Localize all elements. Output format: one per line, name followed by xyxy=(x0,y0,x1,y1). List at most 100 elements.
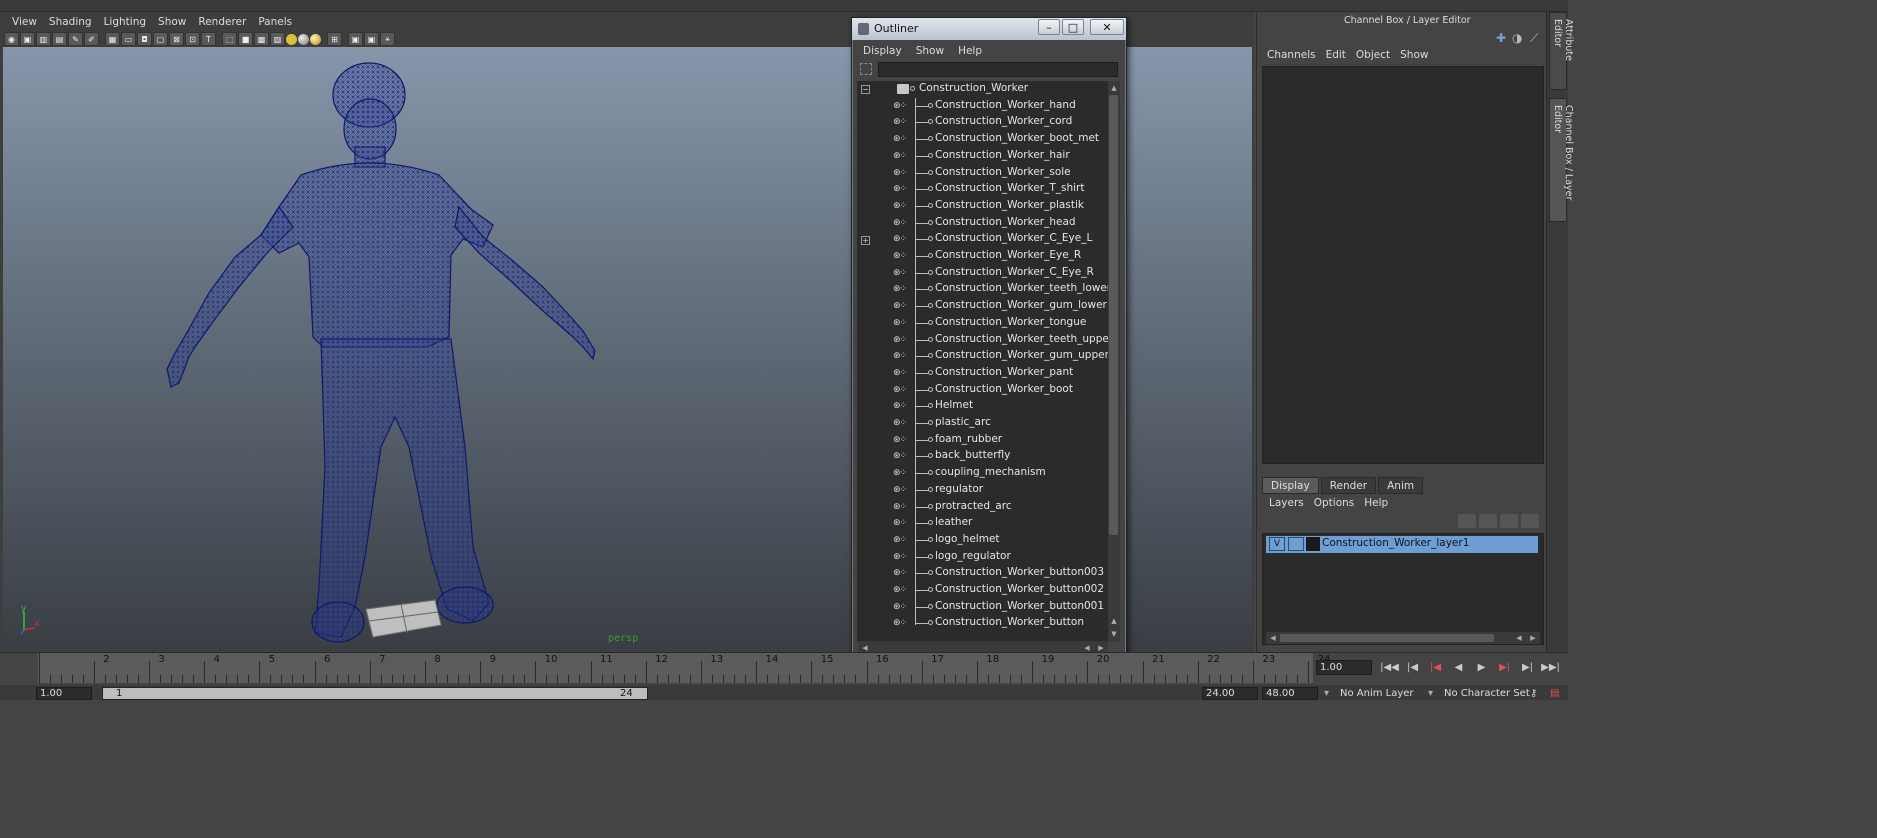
outliner-vertical-scrollbar[interactable]: ▲ ▲ ▼ xyxy=(1108,81,1120,642)
pin-icon[interactable]: ⟋ xyxy=(1530,31,1538,46)
scroll-thumb[interactable] xyxy=(1109,95,1118,535)
outliner-menu-display[interactable]: Display xyxy=(856,42,909,60)
layer-scroll-left-icon[interactable]: ◀ xyxy=(1268,633,1278,643)
image-plane-icon[interactable]: ▤ xyxy=(52,32,67,46)
outliner-item[interactable]: ⊛⁘ regulator xyxy=(857,482,1108,499)
outliner-item[interactable]: ⊛⁘ Construction_Worker_button xyxy=(857,615,1108,632)
outliner-item[interactable]: ⊛⁘ Construction_Worker_Eye_R xyxy=(857,248,1108,265)
step-back-frame-icon[interactable]: |◀ xyxy=(1403,660,1422,675)
outliner-item[interactable]: ⊛⁘ Construction_Worker_button001 xyxy=(857,599,1108,616)
two-d-pan-icon[interactable]: ✎ xyxy=(68,32,83,46)
layers-menu[interactable]: Layers xyxy=(1264,494,1309,512)
outliner-root-item[interactable]: Construction_Worker xyxy=(857,81,1108,98)
outliner-item[interactable]: ⊛⁘ Construction_Worker_sole xyxy=(857,165,1108,182)
safe-title-icon[interactable]: T xyxy=(201,32,216,46)
outliner-item[interactable]: ⊛⁘ logo_helmet xyxy=(857,532,1108,549)
menu-view[interactable]: View xyxy=(6,13,43,31)
grease-pencil-icon[interactable]: ✐ xyxy=(84,32,99,46)
move-tool-icon[interactable]: ✚ xyxy=(1496,31,1506,45)
bookmark-icon[interactable]: ▥ xyxy=(36,32,51,46)
outliner-item[interactable]: ⊛⁘ back_butterfly xyxy=(857,448,1108,465)
film-gate-icon[interactable]: ▭ xyxy=(121,32,136,46)
add-selected-icon[interactable] xyxy=(1521,514,1539,528)
go-to-start-icon[interactable]: |◀◀ xyxy=(1380,660,1399,675)
anim-layer-dropdown[interactable]: No Anim Layer xyxy=(1340,687,1414,700)
show-menu[interactable]: Show xyxy=(1395,46,1433,64)
close-button[interactable]: ✕ xyxy=(1090,19,1124,35)
max-time-field[interactable]: 48.00 xyxy=(1262,687,1318,700)
menu-panels[interactable]: Panels xyxy=(252,13,298,31)
filter-icon[interactable] xyxy=(860,63,872,75)
outliner-item[interactable]: ⊛⁘ Construction_Worker_T_shirt xyxy=(857,181,1108,198)
key-icon[interactable]: ⚷ xyxy=(1530,687,1537,700)
help-menu[interactable]: Help xyxy=(1359,494,1393,512)
start-time-field[interactable]: 1.00 xyxy=(36,687,92,700)
new-layer-icon[interactable] xyxy=(1458,514,1476,528)
scroll-up-icon[interactable]: ▲ xyxy=(1109,83,1119,93)
xray-joints-icon[interactable]: ▣ xyxy=(364,32,379,46)
outliner-item[interactable]: ⊛⁘ Construction_Worker_head xyxy=(857,215,1108,232)
layer-scroll-right-icon[interactable]: ▶ xyxy=(1528,633,1538,643)
step-back-key-icon[interactable]: |◀ xyxy=(1426,660,1445,675)
attribute-editor-tab[interactable]: Attribute Editor xyxy=(1549,12,1574,90)
outliner-item[interactable]: ⊛⁘ Helmet xyxy=(857,398,1108,415)
end-time-field[interactable]: 24.00 xyxy=(1202,687,1258,700)
use-all-lights-icon[interactable] xyxy=(286,33,297,45)
outliner-item[interactable]: ⊛⁘ Construction_Worker_C_Eye_L xyxy=(857,231,1108,248)
outliner-item[interactable]: ⊛⁘ Construction_Worker_button003 xyxy=(857,565,1108,582)
textured-icon[interactable]: ▧ xyxy=(270,32,285,46)
pie-icon[interactable]: ◑ xyxy=(1512,31,1522,45)
outliner-item[interactable]: ⊛⁘ Construction_Worker_boot xyxy=(857,382,1108,399)
menu-lighting[interactable]: Lighting xyxy=(98,13,152,31)
layer-scroll-left-alt-icon[interactable]: ◀ xyxy=(1514,633,1524,643)
camera-attributes-icon[interactable]: ▣ xyxy=(20,32,35,46)
outliner-item[interactable]: ⊛⁘ Construction_Worker_button002 xyxy=(857,582,1108,599)
tab-render[interactable]: Render xyxy=(1320,477,1377,494)
wireframe-icon[interactable]: ⬚ xyxy=(222,32,237,46)
layer-type-toggle[interactable] xyxy=(1288,537,1304,551)
outliner-item[interactable]: ⊛⁘ Construction_Worker_boot_met xyxy=(857,131,1108,148)
create-layer-from-selected-icon[interactable] xyxy=(1500,514,1518,528)
tab-display[interactable]: Display xyxy=(1262,477,1319,494)
outliner-item[interactable]: ⊛⁘ plastic_arc xyxy=(857,415,1108,432)
object-menu[interactable]: Object xyxy=(1351,46,1395,64)
anim-layer-dropdown-icon[interactable]: ▾ xyxy=(1324,687,1334,700)
menu-show[interactable]: Show xyxy=(152,13,192,31)
layer-color-swatch[interactable] xyxy=(1306,537,1320,551)
layer-visibility-toggle[interactable]: V xyxy=(1269,537,1285,551)
outliner-item[interactable]: ⊛⁘ Construction_Worker_plastik xyxy=(857,198,1108,215)
layer-row[interactable]: V Construction_Worker_layer1 xyxy=(1266,536,1538,553)
scroll-down-arrow-icon[interactable]: ▲ xyxy=(1109,616,1119,626)
outliner-filter-input[interactable] xyxy=(878,62,1118,77)
outliner-menu-show[interactable]: Show xyxy=(909,42,951,60)
step-forward-frame-icon[interactable]: ▶| xyxy=(1518,660,1537,675)
play-backwards-icon[interactable]: ◀ xyxy=(1449,660,1468,675)
menu-shading[interactable]: Shading xyxy=(43,13,98,31)
wireframe-on-shaded-icon[interactable]: ▩ xyxy=(254,32,269,46)
smooth-shade-icon[interactable]: ■ xyxy=(238,32,253,46)
outliner-item[interactable]: ⊛⁘ logo_regulator xyxy=(857,549,1108,566)
outliner-item[interactable]: ⊛⁘ Construction_Worker_pant xyxy=(857,365,1108,382)
outliner-item[interactable]: ⊛⁘ Construction_Worker_C_Eye_R xyxy=(857,265,1108,282)
outliner-item[interactable]: ⊛⁘ leather xyxy=(857,515,1108,532)
outliner-item[interactable]: ⊛⁘ coupling_mechanism xyxy=(857,465,1108,482)
select-camera-icon[interactable]: ◉ xyxy=(4,32,19,46)
outliner-item[interactable]: ⊛⁘ Construction_Worker_cord xyxy=(857,114,1108,131)
scroll-down-icon[interactable]: ▼ xyxy=(1109,629,1119,639)
time-ruler[interactable]: 23456789101112131415161718192021222324 xyxy=(38,653,1330,683)
current-frame-field[interactable]: 1.00 xyxy=(1316,660,1372,675)
menu-renderer[interactable]: Renderer xyxy=(192,13,252,31)
maximize-button[interactable]: □ xyxy=(1062,19,1084,35)
outliner-title-bar[interactable]: Outliner – □ ✕ xyxy=(852,18,1126,40)
outliner-item[interactable]: ⊛⁘ protracted_arc xyxy=(857,499,1108,516)
outliner-item[interactable]: ⊛⁘ Construction_Worker_hair xyxy=(857,148,1108,165)
go-to-end-icon[interactable]: ▶▶| xyxy=(1541,660,1560,675)
minimize-button[interactable]: – xyxy=(1038,19,1060,35)
character-set-dropdown[interactable]: No Character Set xyxy=(1444,687,1530,700)
outliner-menu-help[interactable]: Help xyxy=(951,42,989,60)
field-chart-icon[interactable]: ⊠ xyxy=(169,32,184,46)
resolution-gate-icon[interactable]: ◘ xyxy=(137,32,152,46)
grid-icon[interactable]: ▦ xyxy=(105,32,120,46)
xray-components-icon[interactable]: ⚹ xyxy=(380,32,395,46)
gate-mask-icon[interactable]: ▢ xyxy=(153,32,168,46)
